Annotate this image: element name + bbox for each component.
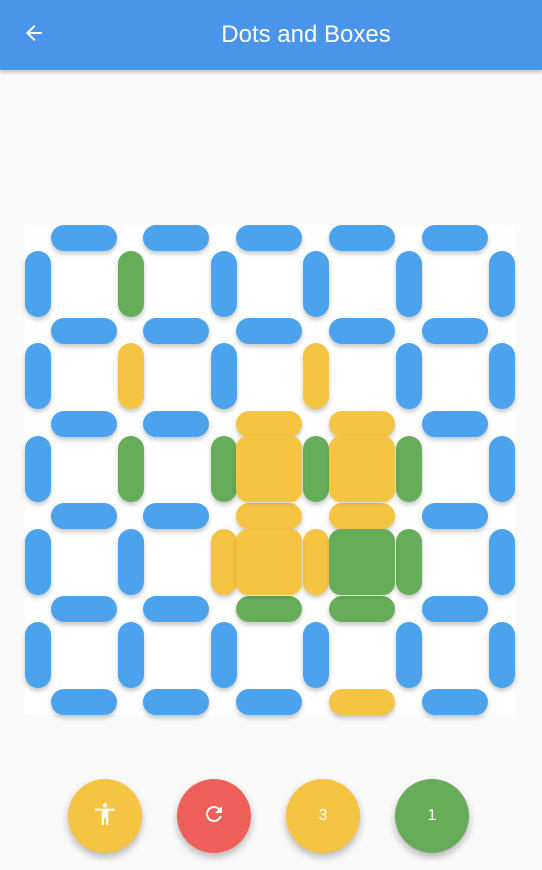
vertical-line[interactable] xyxy=(396,436,422,502)
vertical-line[interactable] xyxy=(303,343,330,410)
vertical-line[interactable] xyxy=(25,528,51,595)
vertical-line[interactable] xyxy=(25,250,51,317)
vertical-line[interactable] xyxy=(117,528,144,595)
horizontal-line[interactable] xyxy=(328,503,395,530)
horizontal-line[interactable] xyxy=(421,317,488,344)
horizontal-line[interactable] xyxy=(236,317,302,344)
game-board xyxy=(25,225,515,715)
reset-button[interactable] xyxy=(177,779,251,853)
horizontal-line[interactable] xyxy=(421,688,488,715)
vertical-line[interactable] xyxy=(117,343,144,410)
vertical-line[interactable] xyxy=(210,621,237,688)
horizontal-line[interactable] xyxy=(236,503,302,530)
vertical-line[interactable] xyxy=(488,343,515,410)
horizontal-line[interactable] xyxy=(50,225,117,251)
vertical-line[interactable] xyxy=(303,621,330,688)
vertical-line[interactable] xyxy=(396,250,422,317)
vertical-line[interactable] xyxy=(25,436,51,502)
vertical-line[interactable] xyxy=(210,343,237,410)
player2-score: 1 xyxy=(427,807,437,824)
horizontal-line[interactable] xyxy=(143,688,210,715)
horizontal-line[interactable] xyxy=(421,596,488,622)
claimed-box xyxy=(328,436,395,502)
vertical-line[interactable] xyxy=(210,250,237,317)
vertical-line[interactable] xyxy=(488,436,515,502)
horizontal-line[interactable] xyxy=(328,225,395,251)
app-bar: Dots and Boxes xyxy=(0,0,542,70)
vertical-line[interactable] xyxy=(117,436,144,502)
horizontal-line[interactable] xyxy=(143,317,210,344)
horizontal-line[interactable] xyxy=(328,688,395,715)
horizontal-line[interactable] xyxy=(50,688,117,715)
vertical-line[interactable] xyxy=(488,528,515,595)
claimed-box xyxy=(236,528,302,595)
horizontal-line[interactable] xyxy=(50,596,117,622)
player1-score-badge[interactable]: 3 xyxy=(286,779,360,853)
horizontal-line[interactable] xyxy=(50,410,117,437)
vertical-line[interactable] xyxy=(25,621,51,688)
vertical-line[interactable] xyxy=(396,621,422,688)
accessibility-button[interactable] xyxy=(68,779,142,853)
vertical-line[interactable] xyxy=(396,528,422,595)
player1-score: 3 xyxy=(318,807,328,824)
claimed-box xyxy=(328,528,395,595)
horizontal-line[interactable] xyxy=(421,503,488,530)
vertical-line[interactable] xyxy=(210,528,237,595)
horizontal-line[interactable] xyxy=(50,503,117,530)
horizontal-line[interactable] xyxy=(50,317,117,344)
horizontal-line[interactable] xyxy=(421,225,488,251)
vertical-line[interactable] xyxy=(303,250,330,317)
vertical-line[interactable] xyxy=(396,343,422,410)
horizontal-line[interactable] xyxy=(236,225,302,251)
refresh-icon xyxy=(202,802,226,831)
vertical-line[interactable] xyxy=(117,250,144,317)
vertical-line[interactable] xyxy=(303,436,330,502)
horizontal-line[interactable] xyxy=(236,410,302,437)
vertical-line[interactable] xyxy=(488,621,515,688)
horizontal-line[interactable] xyxy=(143,596,210,622)
horizontal-line[interactable] xyxy=(236,688,302,715)
vertical-line[interactable] xyxy=(210,436,237,502)
vertical-line[interactable] xyxy=(488,250,515,317)
claimed-box xyxy=(236,436,302,502)
page-title: Dots and Boxes xyxy=(221,21,391,48)
accessibility-icon xyxy=(92,801,118,832)
horizontal-line[interactable] xyxy=(328,317,395,344)
vertical-line[interactable] xyxy=(25,343,51,410)
horizontal-line[interactable] xyxy=(328,410,395,437)
vertical-line[interactable] xyxy=(117,621,144,688)
player2-score-badge[interactable]: 1 xyxy=(395,779,469,853)
horizontal-line[interactable] xyxy=(143,410,210,437)
horizontal-line[interactable] xyxy=(143,503,210,530)
horizontal-line[interactable] xyxy=(143,225,210,251)
horizontal-line[interactable] xyxy=(236,596,302,622)
horizontal-line[interactable] xyxy=(421,410,488,437)
horizontal-line[interactable] xyxy=(328,596,395,622)
vertical-line[interactable] xyxy=(303,528,330,595)
